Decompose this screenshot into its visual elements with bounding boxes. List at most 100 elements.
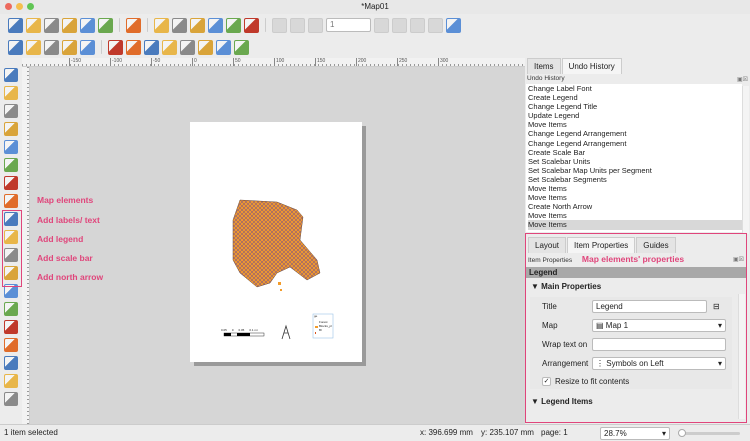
zoom-out-icon[interactable] bbox=[26, 39, 41, 55]
undo-history-list[interactable]: Change Label Font Create Legend Change Leg… bbox=[526, 84, 742, 232]
ruler-label: 150 bbox=[315, 58, 325, 66]
undo-history-item[interactable]: Set Scalebar Units bbox=[528, 157, 742, 166]
export-svg-icon[interactable] bbox=[190, 17, 205, 33]
first-feature-icon[interactable] bbox=[290, 17, 305, 33]
layout-page[interactable]: 0.05 0 0.05 0.1 mi ge Forest Blocks_pl Bl bbox=[190, 122, 362, 362]
tab-items[interactable]: Items bbox=[527, 58, 561, 74]
lower-items-icon[interactable] bbox=[126, 39, 141, 55]
zoom-tool-icon[interactable] bbox=[4, 86, 18, 100]
dock-close-icon[interactable]: ▣☒ bbox=[733, 254, 744, 266]
save-as-template-icon[interactable] bbox=[98, 17, 113, 33]
pan-icon[interactable] bbox=[4, 68, 18, 82]
new-layout-icon[interactable] bbox=[26, 17, 41, 33]
undo-icon[interactable] bbox=[226, 17, 241, 33]
expression-icon[interactable]: ⊟ bbox=[713, 302, 720, 311]
legend-items-toggle[interactable]: ▼ Legend Items bbox=[526, 395, 746, 409]
edit-nodes-icon[interactable] bbox=[4, 140, 18, 154]
raise-items-icon[interactable] bbox=[108, 39, 123, 55]
tab-layout[interactable]: Layout bbox=[528, 237, 567, 253]
previous-feature-icon[interactable] bbox=[308, 17, 323, 33]
layout-toolbar bbox=[0, 37, 249, 57]
open-folder-icon[interactable] bbox=[80, 17, 95, 33]
close-window-button[interactable] bbox=[5, 3, 12, 10]
ungroup-icon[interactable] bbox=[162, 39, 177, 55]
refresh-icon[interactable] bbox=[80, 39, 95, 55]
undo-history-item[interactable]: Create Scale Bar bbox=[528, 148, 742, 157]
add-picture-icon[interactable] bbox=[4, 194, 18, 208]
zoom-full-icon[interactable] bbox=[44, 39, 59, 55]
undo-history-item[interactable]: Create Legend bbox=[528, 93, 742, 102]
tab-item-properties[interactable]: Item Properties bbox=[567, 237, 636, 253]
add-marker-icon[interactable] bbox=[4, 302, 18, 316]
add-html-icon[interactable] bbox=[4, 356, 18, 370]
wrap-text-input[interactable] bbox=[592, 338, 726, 351]
undo-history-item[interactable]: Set Scalebar Map Units per Segment bbox=[528, 166, 742, 175]
export-image-icon[interactable] bbox=[172, 17, 187, 33]
undo-history-item[interactable]: Change Legend Arrangement bbox=[528, 129, 742, 138]
arrangement-select[interactable]: ⋮ Symbols on Left ▾ bbox=[592, 357, 726, 370]
export-pdf-icon[interactable] bbox=[208, 17, 223, 33]
resize-checkbox[interactable]: ✓ bbox=[542, 376, 551, 386]
zoom-actual-icon[interactable] bbox=[62, 39, 77, 55]
redo-icon[interactable] bbox=[244, 17, 259, 33]
legend-title-input[interactable]: Legend bbox=[592, 300, 707, 313]
tab-undo-history[interactable]: Undo History bbox=[561, 58, 622, 74]
ruler-label: 100 bbox=[274, 58, 284, 66]
move-content-icon[interactable] bbox=[4, 122, 18, 136]
map-select[interactable]: ▤ Map 1 ▾ bbox=[592, 319, 726, 332]
vertical-ruler[interactable] bbox=[22, 67, 30, 424]
undo-history-item[interactable]: Move Items bbox=[528, 193, 742, 202]
scale-bar[interactable] bbox=[223, 332, 265, 337]
undo-history-item[interactable]: Move Items bbox=[528, 184, 742, 193]
map-item[interactable] bbox=[190, 122, 362, 362]
atlas-icon[interactable] bbox=[272, 17, 287, 33]
duplicate-layout-icon[interactable] bbox=[44, 17, 59, 33]
legend-title: ge bbox=[314, 314, 318, 318]
select-move-icon[interactable] bbox=[4, 104, 18, 118]
ruler-label: -150 bbox=[69, 58, 81, 66]
minimize-window-button[interactable] bbox=[16, 3, 23, 10]
add-map-icon[interactable] bbox=[4, 158, 18, 172]
zoom-slider[interactable] bbox=[678, 429, 740, 437]
add-pages-icon[interactable] bbox=[126, 17, 141, 33]
next-feature-icon[interactable] bbox=[374, 17, 389, 33]
properties-scrollbar[interactable] bbox=[738, 294, 745, 419]
undo-history-item[interactable]: Change Legend Arrangement bbox=[528, 139, 742, 148]
undo-scrollbar[interactable] bbox=[742, 86, 749, 234]
add-fixed-table-icon[interactable] bbox=[4, 392, 18, 406]
undo-history-item[interactable]: Create North Arrow bbox=[528, 202, 742, 211]
horizontal-ruler[interactable]: -150 -100 -50 0 50 100 150 200 250 300 bbox=[22, 58, 525, 67]
atlas-page-input[interactable]: 1 bbox=[326, 18, 371, 32]
add-arrow-icon[interactable] bbox=[4, 320, 18, 334]
undo-history-item[interactable]: Update Legend bbox=[528, 111, 742, 120]
last-feature-icon[interactable] bbox=[392, 17, 407, 33]
layout-manager-icon[interactable] bbox=[62, 17, 77, 33]
export-atlas-icon[interactable] bbox=[428, 17, 443, 33]
add-3d-map-icon[interactable] bbox=[4, 176, 18, 190]
main-properties-toggle[interactable]: ▼ Main Properties bbox=[526, 280, 746, 294]
layout-canvas[interactable]: 0.05 0 0.05 0.1 mi ge Forest Blocks_pl Bl bbox=[30, 67, 525, 424]
undo-history-item[interactable]: Set Scalebar Segments bbox=[528, 175, 742, 184]
distribute-icon[interactable] bbox=[198, 39, 213, 55]
lock-icon[interactable] bbox=[234, 39, 249, 55]
maximize-window-button[interactable] bbox=[27, 3, 34, 10]
resize-icon[interactable] bbox=[216, 39, 231, 55]
atlas-settings-icon[interactable] bbox=[446, 17, 461, 33]
undo-history-item[interactable]: Change Label Font bbox=[528, 84, 742, 93]
zoom-in-icon[interactable] bbox=[8, 39, 23, 55]
align-icon[interactable] bbox=[180, 39, 195, 55]
north-arrow[interactable] bbox=[281, 324, 291, 340]
zoom-select[interactable]: 28.7% ▾ bbox=[600, 427, 670, 440]
print-icon[interactable] bbox=[154, 17, 169, 33]
add-node-item-icon[interactable] bbox=[4, 338, 18, 352]
undo-history-item[interactable]: Move Items bbox=[528, 211, 742, 220]
tab-guides[interactable]: Guides bbox=[636, 237, 676, 253]
group-icon[interactable] bbox=[144, 39, 159, 55]
print-atlas-icon[interactable] bbox=[410, 17, 425, 33]
main-toolbar: 1 bbox=[0, 15, 461, 35]
undo-history-item[interactable]: Move Items bbox=[528, 120, 742, 129]
undo-history-item[interactable]: Change Legend Title bbox=[528, 102, 742, 111]
undo-history-item[interactable]: Move Items bbox=[528, 220, 742, 230]
add-attribute-table-icon[interactable] bbox=[4, 374, 18, 388]
save-icon[interactable] bbox=[8, 17, 23, 33]
